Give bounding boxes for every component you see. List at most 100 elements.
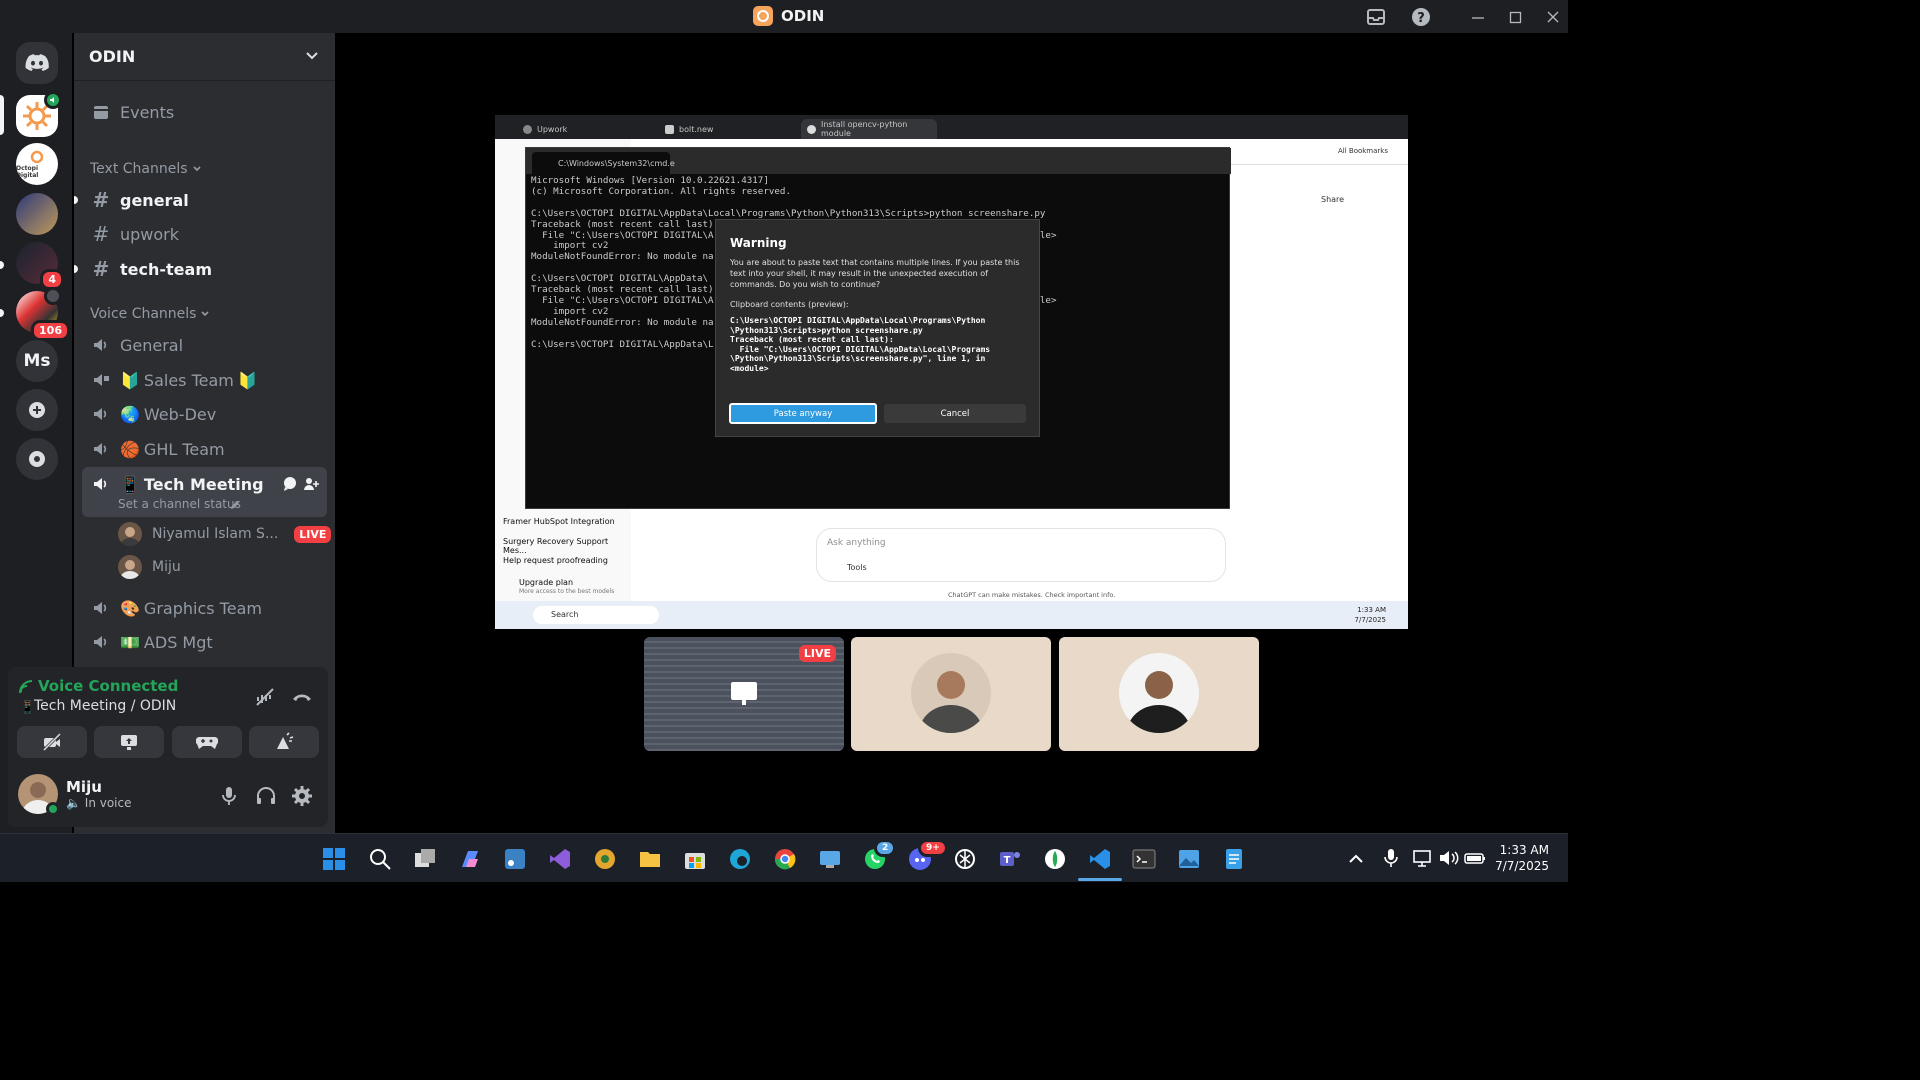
speaker-icon: 🔈: [66, 796, 81, 810]
voice-channel-sales-team[interactable]: 🔰 Sales Team 🔰: [82, 364, 327, 396]
channel-tech-team[interactable]: # tech-team: [74, 253, 327, 285]
chat-bubble-icon[interactable]: [282, 476, 298, 492]
clock[interactable]: 1:33 AM 7/7/2025: [1495, 842, 1549, 874]
battery-icon[interactable]: [1464, 848, 1488, 872]
voice-channel-ghl-team[interactable]: 🏀 GHL Team: [82, 433, 327, 465]
server-octopi-digital[interactable]: Octopi Digital: [16, 143, 58, 185]
chrome-canary-icon[interactable]: [593, 847, 617, 871]
voice-channel-ads-mgt[interactable]: 💵 ADS Mgt: [82, 626, 327, 658]
microsoft-store-icon[interactable]: [683, 847, 707, 871]
voice-channel-general[interactable]: General: [82, 329, 327, 361]
live-badge: LIVE: [294, 525, 332, 543]
channel-label: General: [120, 335, 184, 355]
compass-icon: [29, 451, 45, 467]
upgrade-sub: More access to the best models: [519, 588, 615, 595]
close-icon[interactable]: [1546, 9, 1560, 28]
voice-member[interactable]: Niyamul Islam S... LIVE: [118, 522, 332, 546]
server-code[interactable]: 4: [16, 242, 64, 290]
server-header[interactable]: ODIN: [74, 33, 335, 81]
vpn-icon[interactable]: [1043, 847, 1067, 871]
server-odin[interactable]: [16, 91, 62, 137]
headphones-icon[interactable]: [256, 787, 276, 805]
participant-avatar: [911, 653, 991, 733]
microphone-icon[interactable]: [221, 786, 237, 806]
vscode-icon[interactable]: [1088, 847, 1112, 871]
disconnect-icon[interactable]: [291, 689, 313, 705]
activities-button[interactable]: [172, 726, 242, 758]
participant-tile-miju[interactable]: [1059, 637, 1259, 751]
copilot-icon[interactable]: [458, 847, 482, 871]
channel-label: general: [120, 190, 189, 210]
channel-upwork[interactable]: # upwork: [82, 218, 327, 250]
discord-home-button[interactable]: [16, 42, 58, 84]
chrome-icon[interactable]: [773, 847, 797, 871]
microphone-tray-icon[interactable]: [1382, 848, 1406, 872]
inner-date: 7/7/2025: [1354, 616, 1386, 624]
channel-status-prompt[interactable]: Set a channel status: [118, 497, 241, 511]
chatgpt-icon[interactable]: [953, 847, 977, 871]
teams-icon[interactable]: T: [998, 847, 1022, 871]
remote-desktop-icon[interactable]: [818, 847, 842, 871]
channel-label: Graphics Team: [143, 598, 262, 618]
text-channels-category[interactable]: Text Channels: [90, 161, 202, 177]
minimize-icon[interactable]: [1471, 9, 1485, 28]
server-ms[interactable]: Ms: [16, 340, 58, 382]
voice-status[interactable]: Voice Connected: [38, 677, 178, 695]
speaker-icon: [90, 633, 112, 651]
channel-general[interactable]: # general: [74, 184, 327, 216]
discover-button[interactable]: [16, 438, 58, 480]
voice-channels-category[interactable]: Voice Channels: [90, 306, 210, 322]
camera-off-button[interactable]: [17, 726, 87, 758]
voice-channel-tech-meeting[interactable]: 📱 Tech Meeting Set a channel status: [82, 467, 327, 517]
voice-channel-graphics-team[interactable]: 🎨 Graphics Team: [82, 592, 327, 624]
events-item[interactable]: Events: [82, 96, 327, 128]
screen-share-button[interactable]: [94, 726, 164, 758]
server-flags[interactable]: 106: [16, 287, 70, 341]
participant-tile-stream[interactable]: LIVE: [644, 637, 844, 751]
notepad-icon[interactable]: [1222, 847, 1246, 871]
live-badge: LIVE: [798, 645, 836, 662]
voice-channel-info[interactable]: Tech Meeting / ODIN: [34, 698, 176, 714]
chevron-down-icon: [201, 311, 210, 317]
help-icon[interactable]: ?: [1411, 7, 1431, 31]
browser-tab-active: Install opencv-python module: [801, 119, 937, 139]
channel-emoji: 🔰: [120, 370, 140, 390]
voice-channel-web-dev[interactable]: 🌏 Web-Dev: [82, 398, 327, 430]
noise-suppression-icon[interactable]: [255, 687, 275, 707]
voice-member[interactable]: Miju: [118, 555, 181, 579]
selected-server-pill: [0, 95, 4, 135]
photos-icon[interactable]: [1177, 847, 1201, 871]
chevron-up-icon[interactable]: [1348, 851, 1372, 875]
user-panel[interactable]: Miju 🔈 In voice: [18, 774, 132, 816]
soundboard-button[interactable]: [249, 726, 319, 758]
edge-icon[interactable]: [728, 847, 752, 871]
server-name: ODIN: [89, 47, 136, 66]
server-avatar-wizard[interactable]: [16, 193, 58, 235]
settings-gear-icon[interactable]: [292, 786, 312, 806]
odin-logo-icon: [753, 6, 773, 26]
browser-tab: bolt.new: [659, 119, 794, 139]
visual-studio-icon[interactable]: [548, 847, 572, 871]
network-icon[interactable]: [1412, 848, 1436, 872]
invite-user-icon[interactable]: [303, 476, 319, 492]
windows-start-icon[interactable]: [322, 847, 346, 871]
inbox-icon[interactable]: [1366, 7, 1386, 31]
paste-anyway-button: Paste anyway: [729, 403, 877, 424]
add-server-button[interactable]: [16, 389, 58, 431]
task-view-icon[interactable]: [413, 847, 437, 871]
participant-tile-niyamul[interactable]: [851, 637, 1051, 751]
volume-icon[interactable]: [1438, 848, 1462, 872]
hashtag-icon: #: [92, 257, 110, 281]
speaker-icon: [44, 287, 62, 305]
signal-icon[interactable]: [18, 679, 34, 695]
inner-time: 1:33 AM: [1357, 606, 1386, 614]
ask-placeholder: Ask anything: [827, 538, 886, 548]
terminal-icon[interactable]: [1132, 847, 1156, 871]
maximize-icon[interactable]: [1509, 9, 1523, 28]
chat-item: Surgery Recovery Support Mes...: [503, 537, 609, 555]
search-icon[interactable]: [368, 847, 392, 871]
file-explorer-icon[interactable]: [638, 847, 662, 871]
camera-off-icon: [42, 733, 62, 751]
whatsapp-badge: 2: [874, 839, 897, 857]
snipping-tool-icon[interactable]: [503, 847, 527, 871]
